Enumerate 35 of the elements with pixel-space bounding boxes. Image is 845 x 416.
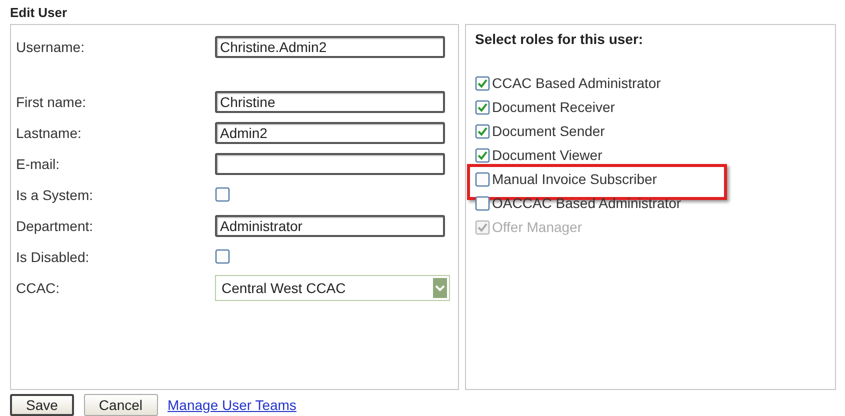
save-button[interactable]: Save	[10, 394, 74, 416]
checkbox[interactable]	[475, 124, 490, 138]
role-label: Document Receiver	[492, 99, 615, 115]
checkbox[interactable]	[475, 148, 490, 162]
cancel-button[interactable]: Cancel	[84, 394, 158, 416]
checkbox[interactable]	[215, 187, 230, 202]
role-label: Manual Invoice Subscriber	[492, 171, 657, 187]
checkbox[interactable]	[475, 172, 490, 186]
caret-icon	[433, 278, 447, 298]
text-field[interactable]: Admin2	[215, 122, 445, 144]
role-label: Document Viewer	[492, 147, 602, 163]
field-label: CCAC:	[16, 280, 61, 296]
checkbox[interactable]	[475, 196, 490, 210]
manage-teams-link[interactable]: Manage User Teams	[168, 397, 296, 413]
form-title: Edit User	[10, 4, 68, 22]
role-label: OACCAC Based Administrator	[492, 195, 682, 211]
text-field[interactable]: Christine	[215, 90, 445, 112]
field-label: Username:	[16, 38, 86, 54]
text-field[interactable]: Christine.Admin2	[215, 36, 445, 58]
field-label: E-mail:	[16, 156, 61, 172]
field-label: Lastname:	[16, 124, 82, 140]
text-field[interactable]: Administrator	[215, 214, 445, 236]
field-label: Department:	[16, 218, 94, 234]
role-label: CCAC Based Administrator	[492, 75, 661, 91]
roles-heading: Select roles for this user:	[475, 31, 644, 47]
role-label: Document Sender	[492, 123, 605, 139]
checkbox[interactable]	[475, 100, 490, 114]
dropdown[interactable]: Central West CCAC	[214, 274, 450, 300]
field-label: Is Disabled:	[16, 248, 90, 264]
role-label: Offer Manager	[492, 219, 582, 235]
checkbox[interactable]	[475, 76, 490, 90]
text-field[interactable]	[215, 152, 445, 174]
checkbox[interactable]	[215, 249, 230, 264]
field-label: First name:	[16, 94, 88, 110]
field-label: Is a System:	[16, 186, 94, 202]
